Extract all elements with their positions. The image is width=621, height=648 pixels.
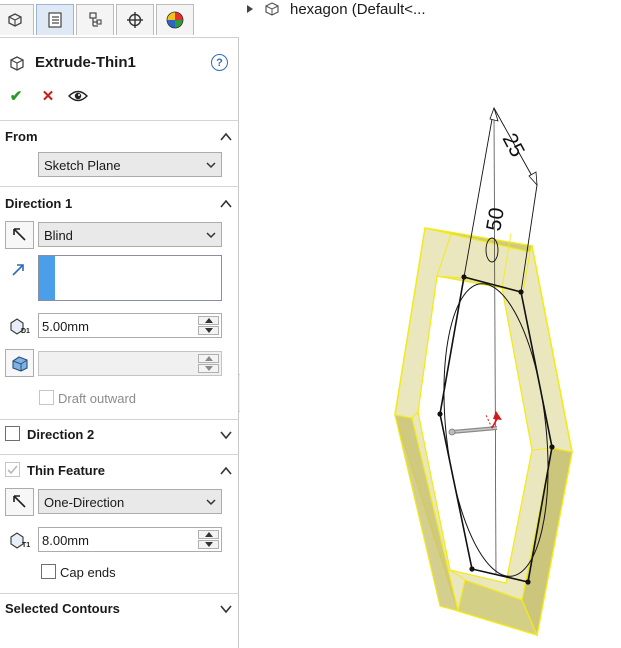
end-condition-value: Blind bbox=[44, 228, 73, 243]
eye-icon bbox=[68, 90, 88, 102]
caret-down-icon bbox=[204, 366, 213, 371]
chevron-up-icon[interactable] bbox=[219, 464, 233, 478]
section-thin-feature-header[interactable]: Thin Feature bbox=[5, 461, 233, 481]
reverse-thin-direction-button[interactable] bbox=[5, 488, 34, 516]
tab-configuration-manager[interactable] bbox=[76, 4, 114, 35]
chevron-down-icon bbox=[206, 232, 216, 239]
dimension-25-label[interactable]: 25 bbox=[498, 130, 529, 161]
reverse-direction-icon bbox=[12, 495, 26, 508]
selection-active-bar bbox=[39, 256, 55, 300]
tab-property-manager[interactable] bbox=[36, 4, 74, 35]
increment-button[interactable] bbox=[198, 316, 219, 325]
section-selected-contours-header[interactable]: Selected Contours bbox=[5, 599, 233, 619]
extrude-feature-icon bbox=[10, 56, 24, 71]
manager-tab-bar bbox=[0, 0, 239, 38]
property-manager-icon bbox=[48, 12, 62, 28]
divider bbox=[0, 120, 239, 121]
from-dropdown-value: Sketch Plane bbox=[44, 158, 121, 173]
help-icon[interactable]: ? bbox=[211, 54, 228, 71]
caret-down-icon bbox=[204, 328, 213, 333]
configuration-manager-icon bbox=[89, 12, 102, 27]
thickness-spin-buttons bbox=[198, 530, 219, 549]
depth-spin-buttons bbox=[198, 316, 219, 335]
section-direction2-title: Direction 2 bbox=[27, 427, 95, 442]
crosshair-icon bbox=[127, 12, 143, 28]
display-manager-icon bbox=[166, 11, 184, 29]
tab-dimxpert-manager[interactable] bbox=[116, 4, 154, 35]
cap-ends-checkbox[interactable] bbox=[41, 564, 56, 579]
chevron-down-icon bbox=[206, 499, 216, 506]
thin-type-value: One-Direction bbox=[44, 495, 125, 510]
caret-up-icon bbox=[204, 356, 213, 361]
decrement-button[interactable] bbox=[198, 540, 219, 549]
thin-feature-checkbox[interactable] bbox=[5, 462, 20, 477]
chevron-down-icon[interactable] bbox=[219, 602, 233, 616]
reverse-direction-icon bbox=[12, 228, 26, 241]
section-from-header[interactable]: From bbox=[5, 127, 233, 147]
reverse-direction1-button[interactable] bbox=[5, 221, 34, 249]
draft-angle-stepper[interactable] bbox=[38, 351, 222, 376]
thickness-icon: T1 bbox=[10, 532, 30, 549]
direction-vector-icon bbox=[12, 264, 24, 276]
caret-up-icon bbox=[204, 532, 213, 537]
preview-button[interactable] bbox=[68, 86, 88, 106]
thin-type-dropdown[interactable]: One-Direction bbox=[38, 489, 222, 514]
cap-ends-label: Cap ends bbox=[60, 565, 116, 580]
cancel-button[interactable]: ✕ bbox=[38, 86, 58, 106]
tab-display-manager[interactable] bbox=[156, 4, 194, 35]
increment-button[interactable] bbox=[198, 530, 219, 539]
section-direction1-header[interactable]: Direction 1 bbox=[5, 194, 233, 214]
thickness-stepper[interactable]: 8.00mm bbox=[38, 527, 222, 552]
extrude-preview-model: 25 50 bbox=[394, 106, 573, 638]
from-dropdown[interactable]: Sketch Plane bbox=[38, 152, 222, 177]
section-direction1-title: Direction 1 bbox=[5, 196, 73, 211]
chevron-up-icon[interactable] bbox=[219, 197, 233, 211]
draft-icon bbox=[11, 356, 28, 372]
depth-icon: D1 bbox=[10, 318, 30, 335]
divider bbox=[0, 186, 239, 187]
chevron-down-icon[interactable] bbox=[219, 428, 233, 442]
direction2-checkbox[interactable] bbox=[5, 426, 20, 441]
property-manager-panel: Extrude-Thin1 ? ✔ ✕ From Sketch Plane Di… bbox=[0, 0, 239, 648]
increment-button[interactable] bbox=[198, 354, 219, 363]
thickness-value: 8.00mm bbox=[42, 533, 89, 548]
graphics-area[interactable]: hexagon (Default<... 25 50 bbox=[240, 0, 621, 648]
direction-selection-box[interactable] bbox=[38, 255, 222, 301]
svg-text:D1: D1 bbox=[21, 328, 30, 335]
hexagon-thin-extrusion bbox=[394, 227, 573, 638]
section-direction2-header[interactable]: Direction 2 bbox=[5, 425, 233, 445]
section-thin-feature-title: Thin Feature bbox=[27, 463, 106, 478]
caret-down-icon bbox=[204, 542, 213, 547]
page-title: Extrude-Thin1 bbox=[35, 54, 136, 71]
tab-feature-manager[interactable] bbox=[0, 4, 34, 35]
section-from-title: From bbox=[5, 129, 38, 144]
decrement-button[interactable] bbox=[198, 364, 219, 373]
svg-text:T1: T1 bbox=[22, 542, 30, 549]
chevron-up-icon[interactable] bbox=[219, 130, 233, 144]
divider bbox=[0, 593, 239, 594]
section-selected-contours-title: Selected Contours bbox=[5, 601, 120, 616]
chevron-down-icon bbox=[206, 162, 216, 169]
draft-outward-checkbox[interactable] bbox=[39, 390, 54, 405]
divider bbox=[0, 419, 239, 420]
caret-up-icon bbox=[204, 318, 213, 323]
depth-stepper[interactable]: 5.00mm bbox=[38, 313, 222, 338]
draft-toggle-button[interactable] bbox=[5, 349, 34, 377]
end-condition-dropdown[interactable]: Blind bbox=[38, 222, 222, 247]
divider bbox=[0, 454, 239, 455]
depth-value: 5.00mm bbox=[42, 319, 89, 334]
draft-spin-buttons bbox=[198, 354, 219, 373]
dimension-50-label[interactable]: 50 bbox=[482, 206, 509, 233]
ok-button[interactable]: ✔ bbox=[6, 86, 26, 106]
decrement-button[interactable] bbox=[198, 326, 219, 335]
feature-title-row: Extrude-Thin1 ? bbox=[8, 52, 230, 76]
checkmark-icon bbox=[7, 465, 18, 475]
feature-manager-icon bbox=[8, 13, 22, 27]
draft-outward-label: Draft outward bbox=[58, 391, 137, 406]
